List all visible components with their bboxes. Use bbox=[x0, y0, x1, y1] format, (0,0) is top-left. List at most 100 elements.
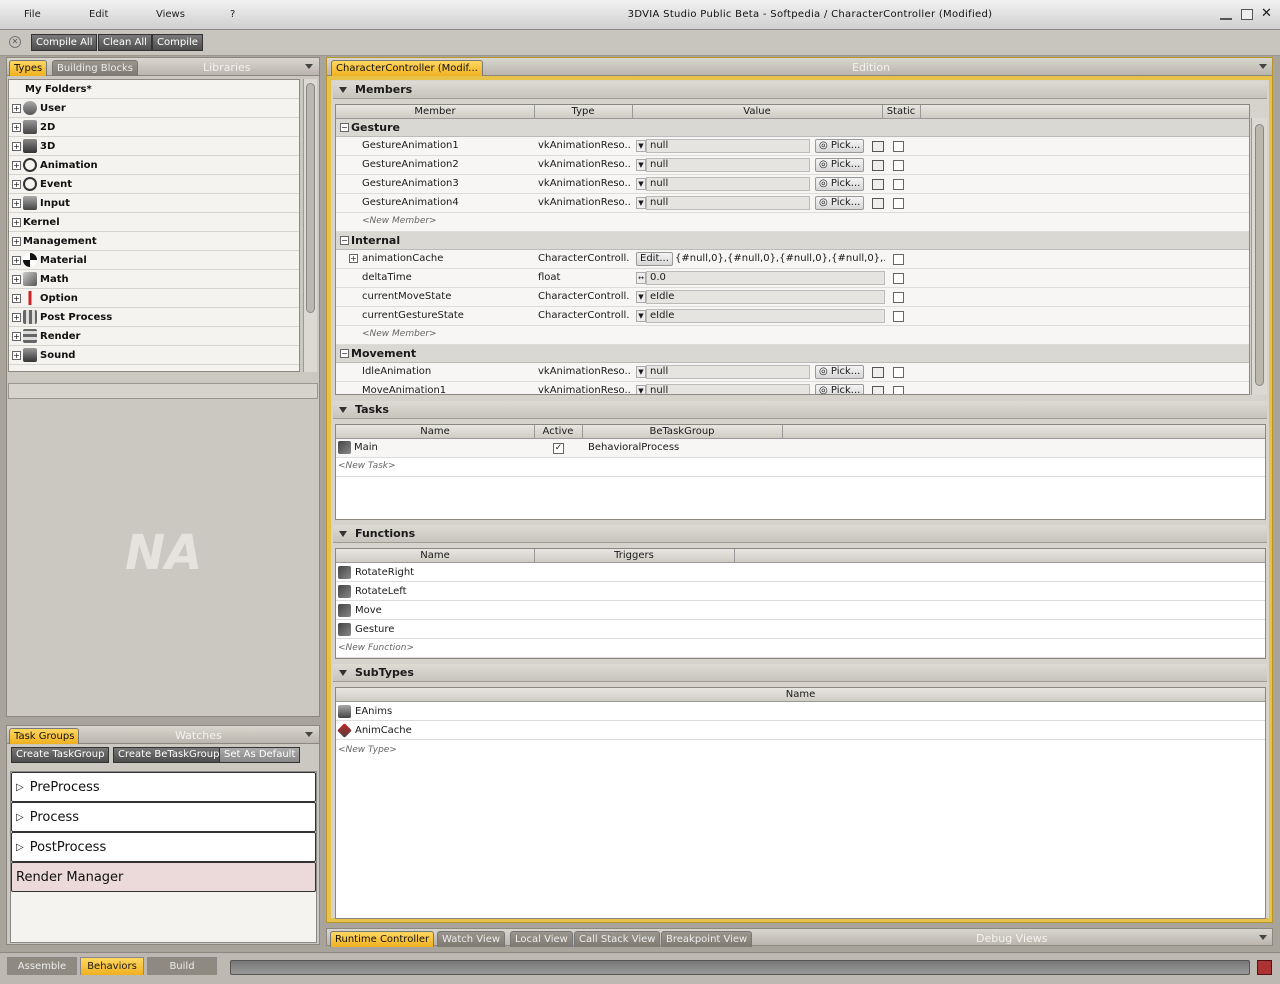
browse-icon[interactable] bbox=[872, 141, 884, 152]
browse-icon[interactable] bbox=[872, 386, 884, 394]
tree-item-option[interactable]: + Option bbox=[9, 289, 299, 308]
function-row[interactable]: Move bbox=[336, 601, 1265, 620]
chevron-down-icon[interactable] bbox=[1259, 935, 1267, 940]
value-field[interactable]: eIdle bbox=[646, 290, 885, 304]
tree-item-material[interactable]: + Material bbox=[9, 251, 299, 270]
value-field[interactable]: null bbox=[646, 196, 810, 210]
tree-item-3d[interactable]: +3D bbox=[9, 137, 299, 156]
chevron-down-icon[interactable] bbox=[1259, 64, 1267, 69]
scrollbar-thumb[interactable] bbox=[1255, 124, 1264, 386]
function-row[interactable]: RotateLeft bbox=[336, 582, 1265, 601]
member-row[interactable]: GestureAnimation4 vkAnimationReso... ▼ null… bbox=[336, 194, 1249, 213]
browse-icon[interactable] bbox=[872, 160, 884, 171]
subtype-row[interactable]: EAnims bbox=[336, 702, 1265, 721]
tab-charactercontroller[interactable]: CharacterController (Modif... bbox=[331, 60, 483, 76]
tree-item-post-process[interactable]: + Post Process bbox=[9, 308, 299, 327]
tree-item-render[interactable]: + Render bbox=[9, 327, 299, 346]
value-field[interactable]: null bbox=[646, 365, 810, 379]
static-checkbox[interactable] bbox=[893, 141, 904, 152]
new-type-row[interactable]: <New Type> bbox=[336, 740, 1265, 759]
close-circle-icon[interactable]: ✕ bbox=[9, 36, 21, 48]
close-icon[interactable]: ✕ bbox=[1261, 7, 1273, 20]
menu-edit[interactable]: Edit bbox=[89, 9, 108, 20]
active-checkbox[interactable]: ✓ bbox=[553, 443, 564, 454]
tree-item-2d[interactable]: +2D bbox=[9, 118, 299, 137]
static-checkbox[interactable] bbox=[893, 273, 904, 284]
task-group-postprocess[interactable]: ▷ PostProcess bbox=[11, 832, 316, 862]
functions-header[interactable]: Functions bbox=[333, 525, 1267, 543]
static-checkbox[interactable] bbox=[893, 311, 904, 322]
tree-item-sound[interactable]: + Sound bbox=[9, 346, 299, 365]
chevron-down-icon[interactable] bbox=[305, 64, 313, 69]
subtype-row[interactable]: AnimCache bbox=[336, 721, 1265, 740]
new-function-row[interactable]: <New Function> bbox=[336, 639, 1265, 658]
value-field[interactable]: 0.0 bbox=[646, 271, 885, 285]
task-group-preprocess[interactable]: ▷ PreProcess bbox=[11, 772, 316, 802]
static-checkbox[interactable] bbox=[893, 292, 904, 303]
maximize-icon[interactable] bbox=[1241, 9, 1253, 20]
members-scrollbar[interactable] bbox=[1251, 118, 1267, 395]
value-field[interactable]: null bbox=[646, 384, 810, 394]
member-row[interactable]: GestureAnimation1 vkAnimationReso... ▼ null… bbox=[336, 137, 1249, 156]
column-static[interactable]: Static bbox=[882, 106, 920, 117]
member-row[interactable]: currentMoveState CharacterControll... ▼ eId… bbox=[336, 288, 1249, 307]
value-field[interactable]: null bbox=[646, 139, 810, 153]
tab-local-view[interactable]: Local View bbox=[510, 931, 573, 947]
value-field[interactable]: eIdle bbox=[646, 309, 885, 323]
column-name[interactable]: Name bbox=[336, 426, 534, 437]
pick-button[interactable]: ◎ Pick... bbox=[815, 177, 865, 191]
member-row[interactable]: IdleAnimation vkAnimationReso... ▼ null ◎ Pi… bbox=[336, 363, 1249, 382]
function-row[interactable]: RotateRight bbox=[336, 563, 1265, 582]
tab-call-stack-view[interactable]: Call Stack View bbox=[574, 931, 661, 947]
members-header[interactable]: Members bbox=[333, 81, 1267, 99]
column-type[interactable]: Type bbox=[534, 106, 632, 117]
tree-scrollbar[interactable] bbox=[303, 79, 317, 372]
console-icon[interactable] bbox=[1257, 960, 1272, 975]
compile-all-button[interactable]: Compile All bbox=[31, 34, 98, 51]
pick-button[interactable]: ◎ Pick... bbox=[815, 139, 865, 153]
tree-item-math[interactable]: + Math bbox=[9, 270, 299, 289]
group-movement[interactable]: − Movement bbox=[336, 345, 1249, 363]
browse-icon[interactable] bbox=[872, 179, 884, 190]
tab-task-groups[interactable]: Task Groups bbox=[9, 728, 80, 744]
column-active[interactable]: Active bbox=[534, 426, 582, 437]
chevron-down-icon[interactable] bbox=[305, 732, 313, 737]
scrollbar-thumb[interactable] bbox=[306, 83, 315, 313]
tree-item-input[interactable]: + Input bbox=[9, 194, 299, 213]
browse-icon[interactable] bbox=[872, 367, 884, 378]
value-field[interactable]: null bbox=[646, 177, 810, 191]
tab-types[interactable]: Types bbox=[9, 60, 48, 76]
column-value[interactable]: Value bbox=[632, 106, 882, 117]
tree-item-user[interactable]: + User bbox=[9, 99, 299, 118]
task-row[interactable]: Main ✓ BehavioralProcess bbox=[336, 439, 1265, 458]
tree-item-event[interactable]: + Event bbox=[9, 175, 299, 194]
function-row[interactable]: Gesture bbox=[336, 620, 1265, 639]
member-row[interactable]: MoveAnimation1 vkAnimationReso... ▼ null ◎ P… bbox=[336, 382, 1249, 394]
member-row[interactable]: + animationCache CharacterControll... Edit.… bbox=[336, 250, 1249, 269]
new-member-row[interactable]: <New Member> bbox=[336, 326, 1249, 345]
pick-button[interactable]: ◎ Pick... bbox=[815, 196, 865, 210]
pick-button[interactable]: ◎ Pick... bbox=[815, 158, 865, 172]
member-row[interactable]: deltaTime float ↔ 0.0 bbox=[336, 269, 1249, 288]
column-name[interactable]: Name bbox=[336, 689, 1265, 700]
pick-button[interactable]: ◎ Pick... bbox=[815, 384, 865, 394]
tab-behaviors[interactable]: Behaviors bbox=[80, 957, 144, 975]
edit-button[interactable]: Edit... bbox=[636, 252, 673, 266]
pick-button[interactable]: ◎ Pick... bbox=[815, 365, 865, 379]
tab-assemble[interactable]: Assemble bbox=[7, 957, 77, 975]
tab-watch-view[interactable]: Watch View bbox=[437, 931, 506, 947]
static-checkbox[interactable] bbox=[893, 198, 904, 209]
tree-item-animation[interactable]: + Animation bbox=[9, 156, 299, 175]
menu-views[interactable]: Views bbox=[156, 9, 185, 20]
member-row[interactable]: GestureAnimation3 vkAnimationReso... ▼ null… bbox=[336, 175, 1249, 194]
create-taskgroup-button[interactable]: Create TaskGroup bbox=[11, 747, 110, 763]
static-checkbox[interactable] bbox=[893, 179, 904, 190]
static-checkbox[interactable] bbox=[893, 160, 904, 171]
tab-breakpoint-view[interactable]: Breakpoint View bbox=[661, 931, 753, 947]
compile-button[interactable]: Compile bbox=[152, 34, 203, 51]
minimize-icon[interactable] bbox=[1220, 16, 1232, 20]
column-member[interactable]: Member bbox=[336, 106, 534, 117]
create-betaskgroup-button[interactable]: Create BeTaskGroup bbox=[113, 747, 225, 763]
clean-all-button[interactable]: Clean All bbox=[98, 34, 152, 51]
tree-item-kernel[interactable]: + Kernel bbox=[9, 213, 299, 232]
